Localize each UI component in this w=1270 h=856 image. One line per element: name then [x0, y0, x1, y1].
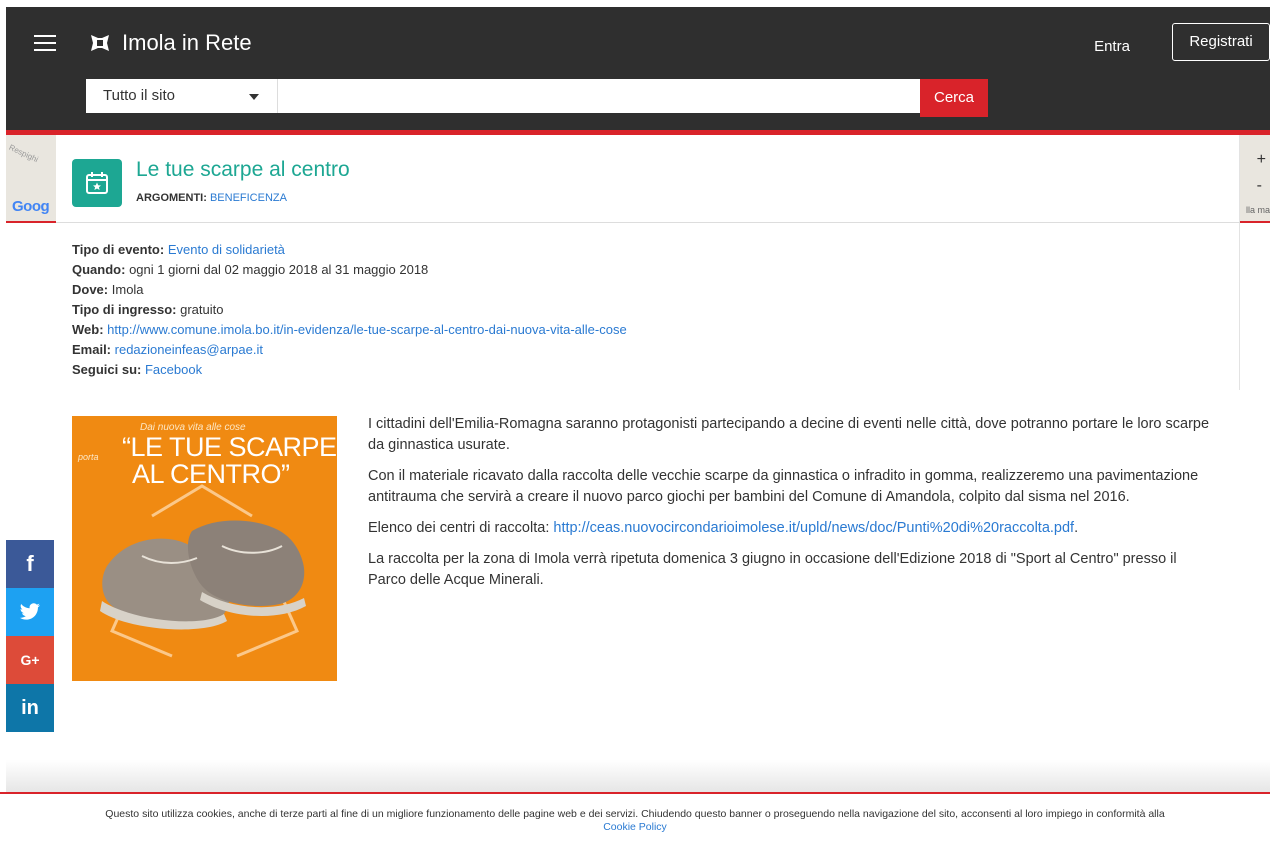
event-description: I cittadini dell'Emilia-Romagna saranno …	[368, 414, 1218, 601]
detail-label: Web:	[72, 322, 104, 337]
register-button[interactable]: Registrati	[1172, 23, 1270, 61]
event-details: Tipo di evento: Evento di solidarietà Qu…	[72, 240, 672, 380]
twitter-share-button[interactable]	[6, 588, 54, 636]
map-zoom-controls[interactable]: + -	[1257, 147, 1266, 199]
facebook-share-button[interactable]: f	[6, 540, 54, 588]
detail-label: Tipo di ingresso:	[72, 302, 177, 317]
detail-web: Web: http://www.comune.imola.bo.it/in-ev…	[72, 320, 632, 340]
hamburger-icon[interactable]	[34, 35, 56, 51]
detail-label: Tipo di evento:	[72, 242, 165, 257]
detail-entry: Tipo di ingresso: gratuito	[72, 300, 672, 320]
facebook-icon: f	[26, 551, 34, 576]
googleplus-icon: G+	[20, 652, 40, 668]
detail-where: Dove: Imola	[72, 280, 672, 300]
twitter-icon	[19, 603, 40, 620]
email-link[interactable]: redazioneinfeas@arpae.it	[115, 342, 263, 357]
detail-value: Imola	[111, 282, 144, 297]
calendar-star-icon	[72, 159, 122, 207]
map-zoom-out[interactable]: -	[1257, 173, 1266, 199]
site-header: Imola in Rete Entra Registrati Tutto il …	[6, 7, 1270, 130]
event-title[interactable]: Le tue scarpe al centro	[136, 158, 350, 182]
site-logo[interactable]: Imola in Rete	[88, 23, 252, 63]
linkedin-share-button[interactable]: in	[6, 684, 54, 732]
detail-value: gratuito	[180, 302, 224, 317]
event-type-link[interactable]: Evento di solidarietà	[168, 242, 285, 257]
chevron-down-icon	[249, 94, 259, 100]
detail-follow: Seguici su: Facebook	[72, 360, 672, 380]
search-input[interactable]	[278, 79, 926, 113]
topic-link[interactable]: BENEFICENZA	[210, 192, 287, 204]
map-street-label: Respighi	[7, 142, 40, 165]
login-link[interactable]: Entra	[1082, 29, 1142, 65]
map-attribution: Goog	[12, 198, 50, 215]
cookie-text: Questo sito utilizza cookies, anche di t…	[105, 808, 1165, 820]
event-poster-image: Dai nuova vita alle cose porta “LE TUE S…	[72, 416, 337, 681]
detail-label: Dove:	[72, 282, 109, 297]
linkedin-icon: in	[21, 696, 39, 719]
description-paragraph: I cittadini dell'Emilia-Romagna saranno …	[368, 416, 1210, 453]
facebook-link[interactable]: Facebook	[145, 362, 202, 377]
collection-label: Elenco dei centri di raccolta:	[368, 520, 550, 536]
event-header: Le tue scarpe al centro ARGOMENTI: BENEF…	[56, 135, 1240, 223]
detail-label: Quando:	[72, 262, 126, 277]
search-button[interactable]: Cerca	[920, 79, 988, 117]
detail-label: Seguici su:	[72, 362, 142, 377]
map-zoom-in[interactable]: +	[1257, 147, 1266, 173]
footer-shadow	[6, 760, 1270, 792]
web-link[interactable]: http://www.comune.imola.bo.it/in-evidenz…	[107, 322, 627, 337]
detail-email: Email: redazioneinfeas@arpae.it	[72, 340, 672, 360]
detail-when: Quando: ogni 1 giorni dal 02 maggio 2018…	[72, 260, 672, 280]
topics-label: ARGOMENTI:	[136, 192, 207, 204]
site-name: Imola in Rete	[122, 30, 252, 55]
social-share-bar: f G+ in	[6, 540, 54, 732]
description-paragraph: Elenco dei centri di raccolta: http://ce…	[368, 518, 1218, 539]
description-paragraph: La raccolta per la zona di Imola verrà r…	[368, 551, 1177, 588]
googleplus-share-button[interactable]: G+	[6, 636, 54, 684]
cookie-banner: Questo sito utilizza cookies, anche di t…	[0, 792, 1270, 856]
collection-suffix: .	[1074, 520, 1079, 536]
search-scope-select[interactable]: Tutto il sito	[86, 79, 278, 113]
event-topics: ARGOMENTI: BENEFICENZA	[136, 192, 287, 204]
cookie-policy-link[interactable]: Cookie Policy	[603, 821, 667, 833]
collection-points-link[interactable]: http://ceas.nuovocircondarioimolese.it/u…	[553, 520, 1074, 536]
detail-label: Email:	[72, 342, 112, 357]
detail-value: ogni 1 giorni dal 02 maggio 2018 al 31 m…	[129, 262, 429, 277]
imola-logo-icon	[91, 35, 109, 51]
description-paragraph: Con il materiale ricavato dalla raccolta…	[368, 468, 1199, 505]
map-tail-text: lla ma	[1245, 205, 1270, 215]
search-scope-value: Tutto il sito	[103, 87, 175, 104]
detail-type: Tipo di evento: Evento di solidarietà	[72, 240, 672, 260]
recycle-shoes-illustration	[100, 484, 306, 658]
